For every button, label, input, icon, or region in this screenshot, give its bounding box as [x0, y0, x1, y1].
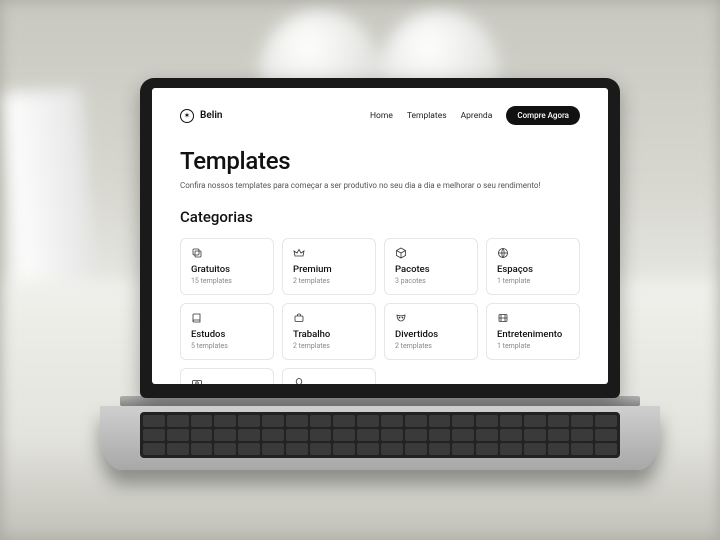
- card-title: Divertidos: [395, 329, 467, 340]
- cta-button[interactable]: Compre Agora: [506, 106, 580, 125]
- nav-link-aprenda[interactable]: Aprenda: [461, 111, 493, 121]
- card-title: Espaços: [497, 264, 569, 275]
- category-card-financas[interactable]: Finanças 2 templates: [180, 368, 274, 384]
- card-title: Entretenimento: [497, 329, 569, 340]
- webpage: ✶ Belin Home Templates Aprenda Compre Ag…: [152, 88, 608, 384]
- category-card-estudos[interactable]: Estudos 5 templates: [180, 303, 274, 360]
- category-card-produtividade[interactable]: Produtividade 2 templates: [282, 368, 376, 384]
- category-card-pacotes[interactable]: Pacotes 3 pacotes: [384, 238, 478, 295]
- globe-icon: [497, 247, 509, 259]
- card-title: Trabalho: [293, 329, 365, 340]
- card-count: 15 templates: [191, 277, 263, 285]
- nav-link-home[interactable]: Home: [370, 111, 393, 121]
- card-title: Estudos: [191, 329, 263, 340]
- card-count: 2 templates: [293, 342, 365, 350]
- card-count: 2 templates: [293, 277, 365, 285]
- money-icon: [191, 377, 203, 384]
- card-count: 2 templates: [395, 342, 467, 350]
- category-card-entretenimento[interactable]: Entretenimento 1 template: [486, 303, 580, 360]
- card-count: 1 template: [497, 277, 569, 285]
- copy-icon: [191, 247, 203, 259]
- brand-logo-icon: ✶: [180, 109, 194, 123]
- card-title: Pacotes: [395, 264, 467, 275]
- brand-name: Belin: [200, 110, 223, 121]
- book-icon: [191, 312, 203, 324]
- bulb-icon: [293, 377, 305, 384]
- category-card-gratuitos[interactable]: Gratuitos 15 templates: [180, 238, 274, 295]
- card-count: 3 pacotes: [395, 277, 467, 285]
- mask-icon: [395, 312, 407, 324]
- navbar: ✶ Belin Home Templates Aprenda Compre Ag…: [180, 106, 580, 125]
- card-title: Premium: [293, 264, 365, 275]
- film-icon: [497, 312, 509, 324]
- card-count: 5 templates: [191, 342, 263, 350]
- category-card-trabalho[interactable]: Trabalho 2 templates: [282, 303, 376, 360]
- card-count: 1 template: [497, 342, 569, 350]
- category-card-divertidos[interactable]: Divertidos 2 templates: [384, 303, 478, 360]
- page-subtitle: Confira nossos templates para começar a …: [180, 181, 580, 190]
- package-icon: [395, 247, 407, 259]
- categories-grid: Gratuitos 15 templates Premium 2 templat…: [180, 238, 580, 384]
- laptop-keyboard: [140, 412, 620, 458]
- brand[interactable]: ✶ Belin: [180, 109, 223, 123]
- category-card-premium[interactable]: Premium 2 templates: [282, 238, 376, 295]
- nav-link-templates[interactable]: Templates: [407, 111, 447, 121]
- section-title-categorias: Categorias: [180, 208, 580, 226]
- crown-icon: [293, 247, 305, 259]
- nav-links: Home Templates Aprenda Compre Agora: [370, 106, 580, 125]
- page-title: Templates: [180, 147, 580, 175]
- category-card-espacos[interactable]: Espaços 1 template: [486, 238, 580, 295]
- briefcase-icon: [293, 312, 305, 324]
- laptop-mockup: ✶ Belin Home Templates Aprenda Compre Ag…: [140, 78, 620, 470]
- card-title: Gratuitos: [191, 264, 263, 275]
